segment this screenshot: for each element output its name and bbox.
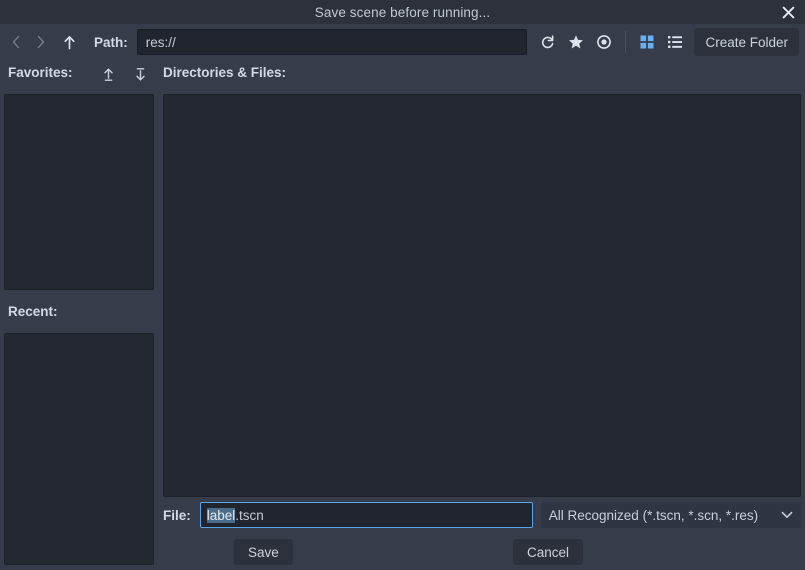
- file-filter-dropdown[interactable]: All Recognized (*.tscn, *.scn, *.res): [540, 502, 801, 528]
- close-icon[interactable]: [771, 0, 805, 24]
- file-label: File:: [163, 507, 191, 523]
- star-icon[interactable]: [562, 28, 590, 56]
- file-filter-value: All Recognized (*.tscn, *.scn, *.res): [548, 507, 759, 523]
- create-folder-button[interactable]: Create Folder: [694, 28, 799, 56]
- directories-files-label: Directories & Files:: [163, 65, 287, 80]
- file-name-value: label.tscn: [206, 507, 264, 523]
- chevron-right-icon[interactable]: [28, 29, 52, 55]
- toolbar-separator: [625, 31, 627, 53]
- chevron-left-icon[interactable]: [4, 29, 28, 55]
- file-name-input[interactable]: label.tscn: [199, 502, 533, 528]
- file-name-unselected-text: .tscn: [235, 507, 264, 523]
- directories-files-list[interactable]: [163, 94, 801, 497]
- dialog-titlebar: Save scene before running...: [0, 0, 805, 24]
- path-label: Path:: [94, 34, 128, 50]
- dialog-title: Save scene before running...: [314, 4, 491, 20]
- list-view-icon[interactable]: [661, 28, 689, 56]
- chevron-down-icon: [781, 511, 793, 519]
- toolbar-icon-group: [534, 28, 689, 56]
- favorites-list[interactable]: [4, 94, 154, 290]
- refresh-icon[interactable]: [534, 28, 562, 56]
- move-down-icon[interactable]: [129, 63, 151, 85]
- arrow-up-icon[interactable]: [56, 29, 82, 55]
- path-input[interactable]: [136, 29, 528, 55]
- eye-icon[interactable]: [590, 28, 618, 56]
- cancel-button[interactable]: Cancel: [513, 539, 584, 565]
- file-name-selected-text: label: [206, 507, 236, 523]
- file-name-row: File: label.tscn All Recognized (*.tscn,…: [163, 502, 801, 528]
- save-button[interactable]: Save: [234, 539, 293, 565]
- recent-list[interactable]: [4, 333, 154, 565]
- grid-view-icon[interactable]: [633, 28, 661, 56]
- recent-label: Recent:: [8, 304, 58, 319]
- path-toolbar: Path: res:// Create Folder: [0, 24, 805, 60]
- move-up-icon[interactable]: [97, 63, 119, 85]
- favorites-label: Favorites:: [8, 65, 73, 80]
